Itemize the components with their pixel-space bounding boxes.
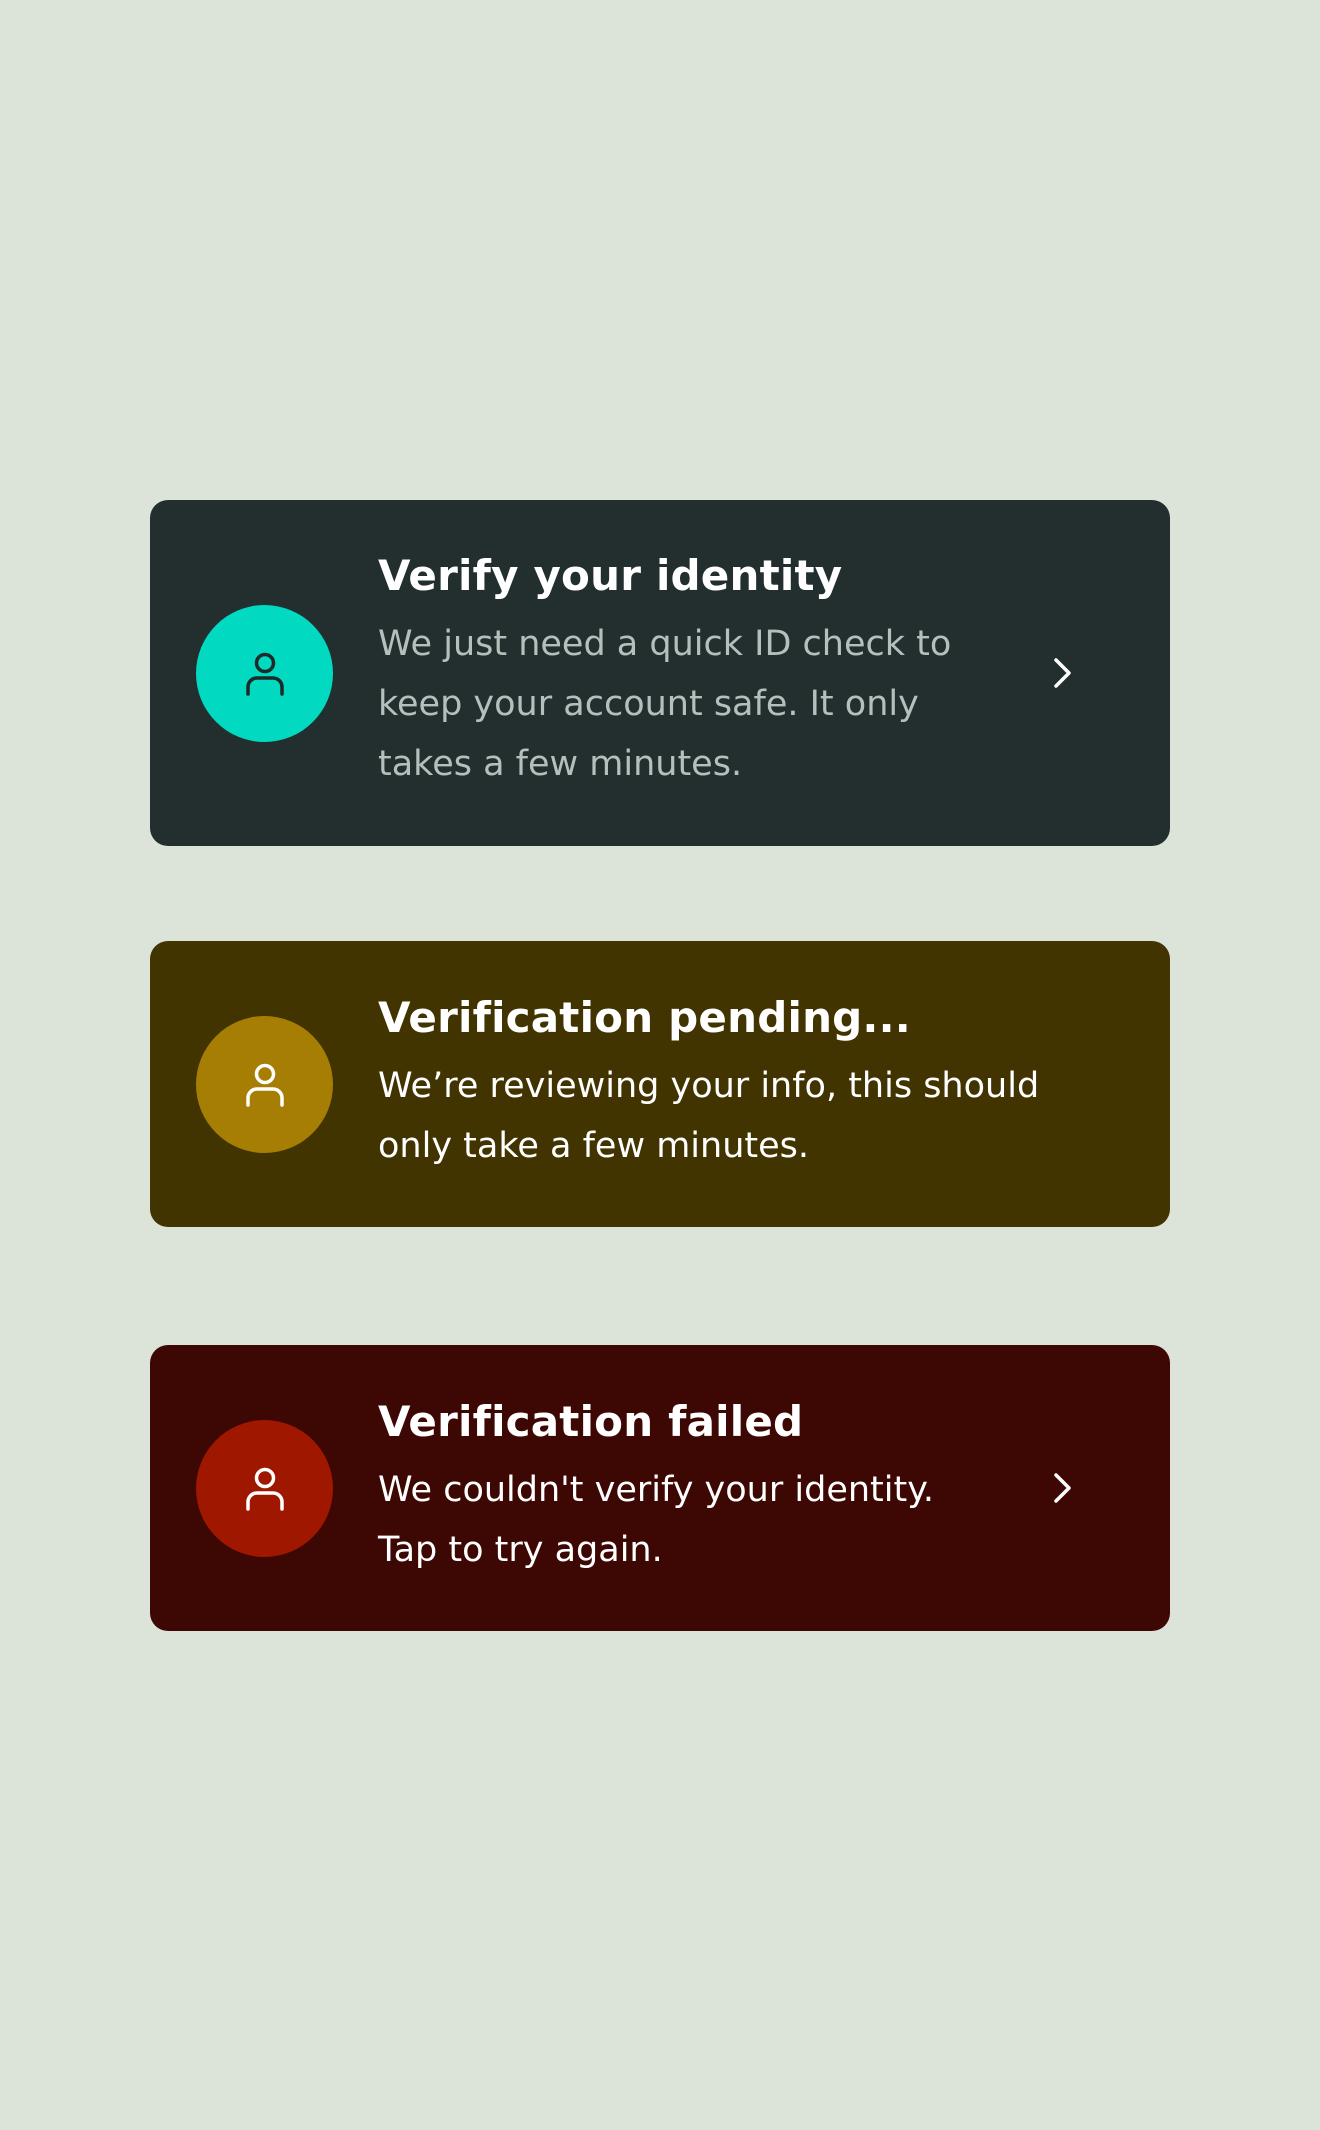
verify-identity-card[interactable]: Verify your identity We just need a quic… [150,500,1170,846]
verify-title: Verify your identity [378,551,843,600]
verify-description: We just need a quick ID check to keep yo… [378,624,952,784]
verify-avatar [196,605,333,742]
verification-pending-card: Verification pending... We’re reviewing … [150,941,1170,1227]
user-icon [245,1063,284,1107]
pending-text: Verification pending... We’re reviewing … [378,988,1098,1176]
verification-failed-card[interactable]: Verification failed We couldn't verify y… [150,1345,1170,1631]
pending-avatar [196,1016,333,1153]
failed-title: Verification failed [378,1397,804,1446]
chevron-right-icon[interactable] [1042,1468,1082,1508]
user-icon [245,1467,284,1511]
failed-text: Verification failed We couldn't verify y… [378,1392,978,1580]
verify-text: Verify your identity We just need a quic… [378,546,998,794]
chevron-right-icon[interactable] [1042,653,1082,693]
pending-description: We’re reviewing your info, this should o… [378,1066,1040,1166]
failed-avatar [196,1420,333,1557]
user-icon [245,652,284,696]
failed-description: We couldn't verify your identity. Tap to… [378,1470,935,1570]
pending-title: Verification pending... [378,993,911,1042]
